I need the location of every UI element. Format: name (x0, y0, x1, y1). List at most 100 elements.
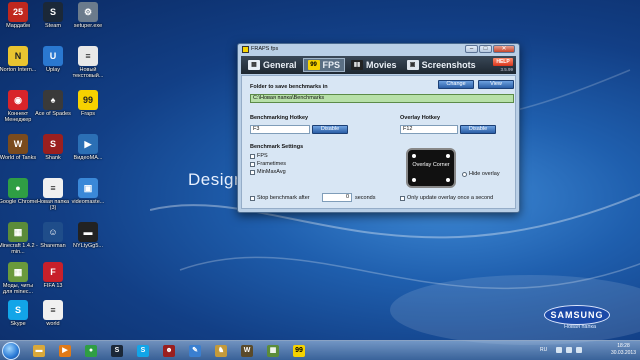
desktop-icon[interactable]: U Uplay (33, 46, 73, 73)
hide-overlay-radio[interactable]: Hide overlay (462, 171, 500, 177)
volume-icon[interactable] (566, 347, 572, 353)
app-icon: ▦ (8, 222, 28, 242)
minmaxavg-checkbox[interactable]: MinMaxAvg (250, 169, 286, 175)
desktop-icon-label: videomaste... (71, 199, 105, 205)
desktop-icon-label: Fraps (80, 111, 96, 117)
bench-hotkey-field[interactable]: F3 (250, 125, 310, 134)
clock-date: 30.03.2013 (610, 350, 636, 356)
fps-checkbox[interactable]: FPS (250, 153, 268, 159)
desktop-icon[interactable]: ▶ ВидеоМА... (68, 134, 108, 161)
view-button[interactable]: View (478, 80, 514, 89)
desktop-icon[interactable]: S Steam (33, 2, 73, 29)
taskbar-item-chess[interactable]: ♞ (210, 343, 232, 359)
overlay-disable-button[interactable]: Disable (460, 125, 496, 134)
taskbar-item-explorer[interactable]: ▬ (28, 343, 50, 359)
desktop-icon[interactable]: ☺ Shareman (33, 222, 73, 249)
desktop-icon[interactable]: ♠ Ace of Spades (33, 90, 73, 117)
checkbox-box (250, 169, 255, 175)
update-once-checkbox[interactable]: Only update overlay once a second (400, 195, 493, 201)
help-button[interactable]: HELP (493, 58, 513, 66)
explorer-icon: ▬ (33, 345, 45, 357)
desktop-icon-label: Новая папка (3) (36, 199, 70, 211)
window-titlebar[interactable]: FRAPS fps – □ ✕ (238, 44, 519, 55)
desktop-icon[interactable]: ≡ world (33, 300, 73, 327)
tab-screenshots[interactable]: ▣ Screenshots (403, 58, 480, 72)
desktop-icon[interactable]: S Shank (33, 134, 73, 161)
desktop-icon[interactable]: ≡ Новый текстовый... (68, 46, 108, 79)
corner-top-right[interactable] (446, 154, 450, 158)
corner-bottom-right[interactable] (446, 178, 450, 182)
skype-icon: S (137, 345, 149, 357)
bench-disable-button[interactable]: Disable (312, 125, 348, 134)
app-icon: 25 (8, 2, 28, 22)
desktop-icon[interactable]: F FIFA 13 (33, 262, 73, 289)
clock[interactable]: 18:28 30.03.2013 (611, 343, 636, 357)
tab-fps[interactable]: 99 FPS (302, 58, 346, 72)
checkbox-box (250, 195, 255, 201)
taskbar-item-minecraft[interactable]: ▦ (262, 343, 284, 359)
desktop-icon-label: setuper.exe (73, 23, 103, 29)
network-icon[interactable] (556, 347, 562, 353)
stop-benchmark-checkbox[interactable]: Stop benchmark after (250, 195, 310, 201)
desktop-icon[interactable]: 99 Fraps (68, 90, 108, 117)
taskbar-item-world-of-tanks[interactable]: W (236, 343, 258, 359)
window-title: FRAPS fps (251, 46, 279, 52)
frametimes-checkbox[interactable]: Frametimes (250, 161, 286, 167)
app-icon: ⚙ (78, 2, 98, 22)
app-icon: ≡ (43, 178, 63, 198)
taskbar-item-skype[interactable]: S (132, 343, 154, 359)
overlay-hotkey-label: Overlay Hotkey (400, 115, 441, 121)
checkbox-label: MinMaxAvg (257, 169, 286, 175)
taskbar-item-shank[interactable]: ☻ (158, 343, 180, 359)
desktop-icon[interactable]: ≡ Новая папка (3) (33, 178, 73, 211)
checkbox-box (250, 153, 255, 159)
samsung-subtitle: Новая папка (564, 324, 597, 330)
taskbar-item-chrome[interactable]: ● (80, 343, 102, 359)
taskbar-item-media-player[interactable]: ▶ (54, 343, 76, 359)
battery-icon[interactable] (576, 347, 582, 353)
minecraft-icon: ▦ (267, 345, 279, 357)
overlay-corner-selector[interactable]: Overlay Corner (406, 148, 456, 188)
desktop-icon[interactable]: ▬ NYLtyGg5... (68, 222, 108, 249)
minimize-button[interactable]: – (465, 45, 478, 53)
close-button[interactable]: ✕ (493, 45, 515, 53)
desktop-icon[interactable]: ▣ videomaste... (68, 178, 108, 205)
fraps-icon: 99 (293, 345, 305, 357)
app-icon: W (8, 134, 28, 154)
app-icon: S (43, 2, 63, 22)
corner-bottom-left[interactable] (412, 178, 416, 182)
app-icon: ● (8, 178, 28, 198)
tab-label: FPS (322, 60, 341, 70)
checkbox-label: Frametimes (257, 161, 287, 167)
paint-icon: ✎ (189, 345, 201, 357)
radio-circle (462, 171, 467, 177)
chrome-icon: ● (85, 345, 97, 357)
version-label: 3.5.99 (500, 67, 513, 72)
shank-icon: ☻ (163, 345, 175, 357)
change-button[interactable]: Change (438, 80, 474, 89)
corner-top-left[interactable] (412, 154, 416, 158)
taskbar-item-paint[interactable]: ✎ (184, 343, 206, 359)
steam-icon: S (111, 345, 123, 357)
language-indicator[interactable]: RU (540, 347, 547, 353)
desktop-icon[interactable]: ⚙ setuper.exe (68, 2, 108, 29)
desktop-icon-label: Shareman (40, 243, 66, 249)
tab-movies[interactable]: ▮▮ Movies (347, 58, 401, 72)
checkbox-label: Stop benchmark after (257, 195, 310, 201)
app-icon: ☺ (43, 222, 63, 242)
tab-general[interactable]: ▦ General (244, 58, 301, 72)
stop-after-seconds-field[interactable]: 0 (322, 193, 352, 202)
tab-label: Movies (366, 60, 397, 70)
desktop-icon-label: Shank (45, 155, 61, 161)
taskbar-item-steam[interactable]: S (106, 343, 128, 359)
app-icon: U (43, 46, 63, 66)
maximize-button[interactable]: □ (479, 45, 492, 53)
taskbar-item-fraps[interactable]: 99 (288, 343, 310, 359)
folder-label: Folder to save benchmarks in (250, 84, 328, 90)
overlay-hotkey-field[interactable]: F12 (400, 125, 458, 134)
desktop-icon-label: Новый текстовый... (72, 67, 104, 79)
start-button[interactable] (2, 342, 20, 360)
app-icon: ◉ (8, 90, 28, 110)
desktop-icon-label: Uplay (45, 67, 61, 73)
folder-path-field[interactable]: C:\Новая папка\Benchmarks (250, 94, 514, 103)
